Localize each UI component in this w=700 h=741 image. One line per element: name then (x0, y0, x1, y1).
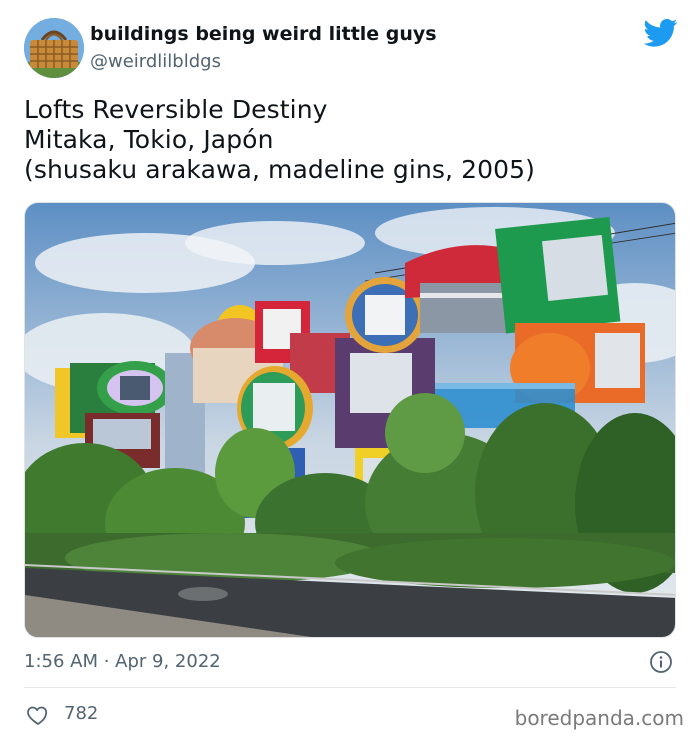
avatar[interactable] (24, 18, 84, 78)
author-handle[interactable]: @weirdlilbldgs (90, 51, 221, 72)
author-display-name[interactable]: buildings being weird little guys (90, 23, 437, 45)
twitter-bird-icon[interactable] (644, 18, 678, 48)
tweet-line-title: Lofts Reversible Destiny (24, 95, 328, 124)
heart-icon[interactable] (26, 703, 50, 727)
like-count[interactable]: 782 (64, 703, 98, 724)
divider (24, 687, 676, 688)
colorful-lofts-photo (25, 203, 675, 637)
watermark: boredpanda.com (514, 706, 684, 730)
tweet-photo[interactable] (24, 202, 676, 638)
tweet-line-credits: (shusaku arakawa, madeline gins, 2005) (24, 155, 535, 184)
tweet-timestamp[interactable]: 1:56 AM · Apr 9, 2022 (24, 651, 221, 672)
basket-building-avatar-icon (24, 18, 84, 78)
info-icon[interactable] (649, 650, 673, 674)
tweet-line-location: Mitaka, Tokio, Japón (24, 125, 274, 154)
tweet-text: Lofts Reversible Destiny Mitaka, Tokio, … (24, 95, 535, 185)
